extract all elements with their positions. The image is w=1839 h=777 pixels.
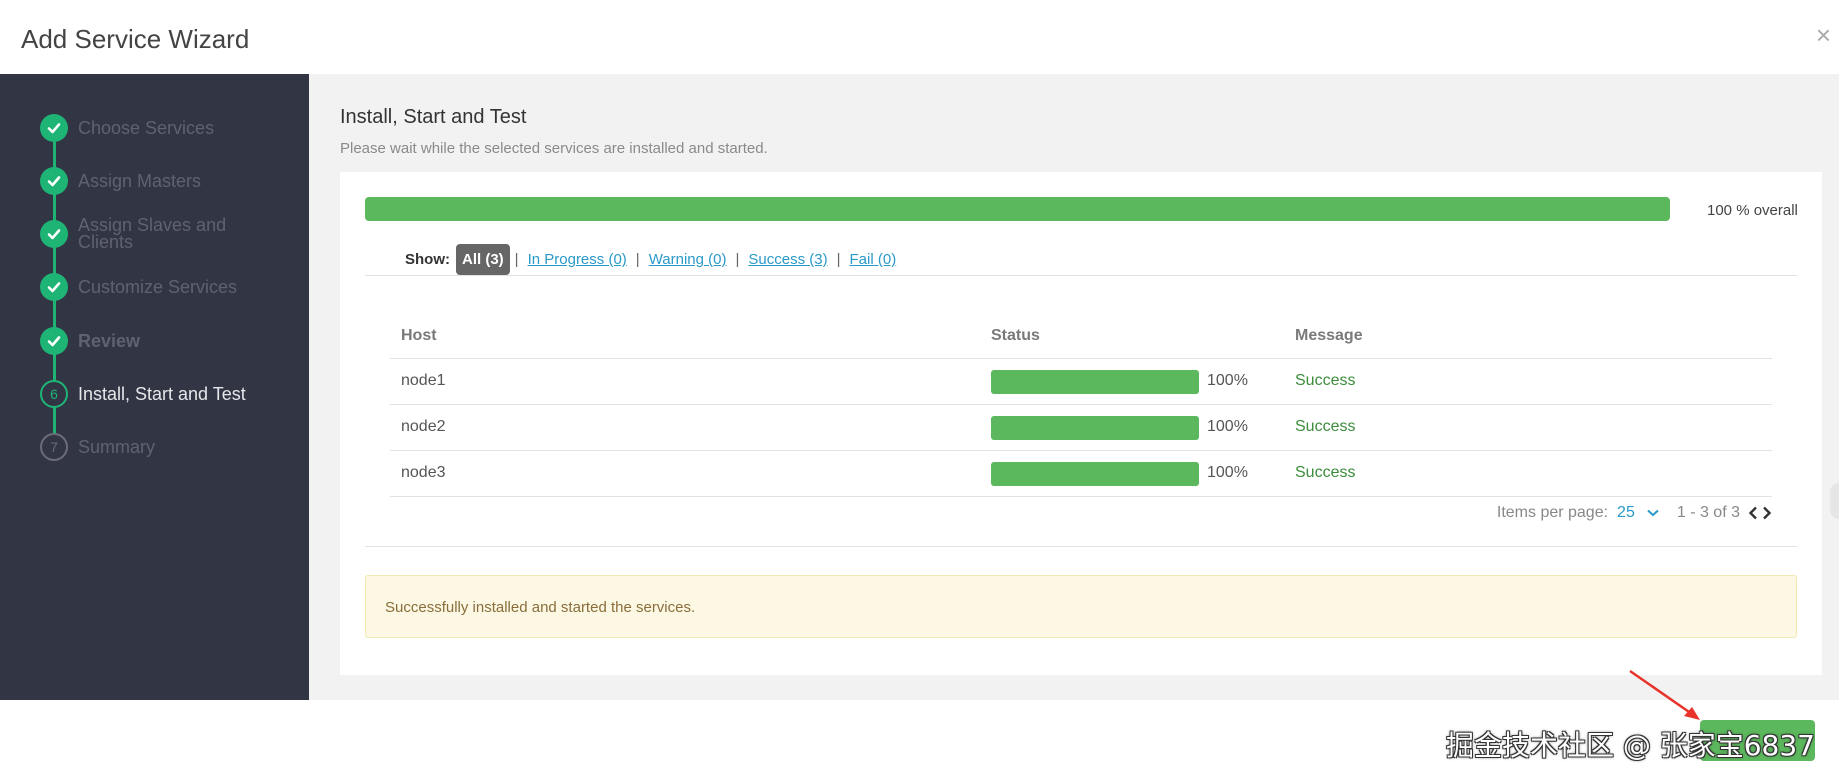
chevron-right-icon — [1763, 506, 1772, 520]
chevron-left-icon — [1748, 506, 1757, 520]
table-row: node3 100% Success — [390, 451, 1772, 497]
wizard-step-label: Customize Services — [78, 276, 238, 297]
watermark-credit: 掘金技术社区 @ 张家宝6837 — [1445, 729, 1815, 762]
column-header-message[interactable]: Message — [1295, 327, 1363, 345]
host-progress-bar — [991, 370, 1199, 394]
wizard-step-assign-slaves[interactable]: Assign Slaves and Clients — [40, 215, 258, 252]
install-panel: 100 % overall Show: All (3) | In Progres… — [340, 172, 1822, 675]
filter-separator: | — [635, 251, 640, 268]
filter-separator: | — [735, 251, 740, 268]
pagination: Items per page: 25 1 - 3 of 3 — [1497, 504, 1772, 522]
filter-success-link[interactable]: Success (3) — [748, 251, 827, 268]
check-icon — [40, 273, 68, 301]
host-progress-fill — [991, 416, 1199, 440]
overall-progress-fill — [365, 197, 1670, 221]
wizard-step-summary: 7 Summary — [40, 431, 155, 463]
success-alert-text: Successfully installed and started the s… — [385, 599, 696, 616]
table-row: node2 100% Success — [390, 405, 1772, 451]
wizard-step-label: Review — [78, 330, 141, 351]
step-number: 6 — [40, 380, 68, 408]
check-icon — [40, 167, 68, 195]
scroll-handle[interactable] — [1830, 483, 1839, 519]
wizard-step-assign-masters[interactable]: Assign Masters — [40, 165, 201, 197]
check-icon — [40, 114, 68, 142]
success-alert: Successfully installed and started the s… — [365, 575, 1797, 638]
wizard-step-label: Choose Services — [78, 117, 215, 138]
table-header: Host Status Message — [390, 309, 1772, 359]
chevron-down-icon — [1647, 509, 1659, 517]
filter-separator: | — [836, 251, 841, 268]
modal-title: Add Service Wizard — [21, 24, 250, 54]
wizard-step-install-start-test: 6 Install, Start and Test — [40, 378, 246, 410]
wizard-step-label: Summary — [78, 436, 156, 457]
page-title: Install, Start and Test — [340, 106, 527, 128]
host-name: node3 — [401, 464, 446, 481]
overall-progress-bar — [365, 197, 1670, 221]
pagination-range: 1 - 3 of 3 — [1676, 504, 1740, 521]
wizard-step-review[interactable]: Review — [40, 325, 140, 357]
host-name: node1 — [401, 372, 446, 389]
host-message-link[interactable]: Success — [1295, 372, 1355, 390]
prev-page-button[interactable] — [1748, 506, 1758, 520]
filter-warning-link[interactable]: Warning (0) — [649, 251, 727, 268]
host-progress-percent: 100% — [1207, 372, 1248, 389]
wizard-step-label: Assign Masters — [78, 170, 202, 191]
host-progress-percent: 100% — [1207, 464, 1248, 481]
host-table: Host Status Message node1 100% Success n… — [390, 309, 1772, 497]
wizard-step-label: Install, Start and Test — [78, 383, 246, 404]
step-number: 7 — [40, 433, 68, 461]
page-subtitle: Please wait while the selected services … — [340, 140, 768, 157]
wizard-step-choose-services[interactable]: Choose Services — [40, 112, 214, 144]
wizard-sidebar: Choose Services Assign Masters Assign Sl… — [0, 74, 309, 700]
divider — [365, 546, 1797, 547]
host-filter: Show: All (3) | In Progress (0) | Warnin… — [405, 244, 896, 275]
host-progress-bar — [991, 416, 1199, 440]
filter-all-button[interactable]: All (3) — [456, 244, 510, 275]
modal-header: Add Service Wizard × — [0, 0, 1839, 74]
next-page-button[interactable] — [1762, 506, 1772, 520]
items-per-page-value: 25 — [1617, 504, 1635, 521]
annotation-arrow-icon — [1629, 669, 1700, 720]
filter-show-label: Show: — [405, 251, 450, 268]
items-per-page-label: Items per page: — [1496, 504, 1609, 521]
wizard-step-label: Assign Slaves and Clients — [78, 215, 227, 252]
items-per-page-select[interactable]: 25 — [1617, 504, 1659, 522]
wizard-content: Install, Start and Test Please wait whil… — [309, 74, 1839, 700]
overall-progress-label: 100 % overall — [1707, 202, 1798, 219]
host-progress-bar — [991, 462, 1199, 486]
host-progress-percent: 100% — [1207, 418, 1248, 435]
column-header-host[interactable]: Host — [401, 327, 437, 345]
column-header-status[interactable]: Status — [991, 327, 1040, 345]
check-icon — [40, 220, 68, 248]
table-row: node1 100% Success — [390, 359, 1772, 405]
divider — [365, 275, 1797, 276]
host-progress-fill — [991, 370, 1199, 394]
close-icon[interactable]: × — [1816, 22, 1831, 48]
filter-in-progress-link[interactable]: In Progress (0) — [528, 251, 627, 268]
filter-separator: | — [514, 251, 519, 268]
host-name: node2 — [401, 418, 446, 435]
host-progress-fill — [991, 462, 1199, 486]
check-icon — [40, 327, 68, 355]
host-message-link[interactable]: Success — [1295, 464, 1355, 482]
host-message-link[interactable]: Success — [1295, 418, 1355, 436]
filter-fail-link[interactable]: Fail (0) — [850, 251, 897, 268]
wizard-step-customize-services[interactable]: Customize Services — [40, 271, 237, 303]
